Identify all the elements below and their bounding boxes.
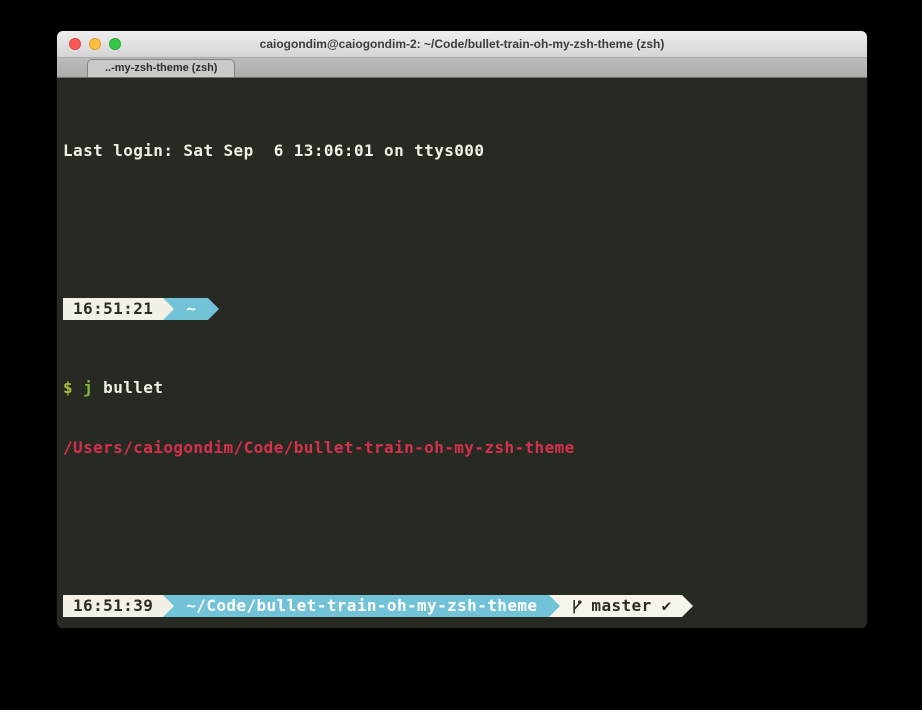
terminal-screen[interactable]: Last login: Sat Sep 6 13:06:01 on ttys00… [57,78,867,628]
prompt-git-segment: master ✔ [560,595,681,617]
prompt-time: 16:51:39 [73,595,153,617]
command-args: bullet [93,378,163,397]
prompt-time-segment: 16:51:21 [63,298,163,320]
prompt-path: ~/Code/bullet-train-oh-my-zsh-theme [186,595,537,617]
prompt-time-segment: 16:51:39 [63,595,163,617]
git-branch-icon [570,597,583,616]
git-branch-name: master [591,595,651,617]
prompt-time: 16:51:21 [73,298,153,320]
blank-line [63,497,867,519]
command-line: $ j bullet [63,377,867,399]
titlebar[interactable]: caiogondim@caiogondim-2: ~/Code/bullet-t… [57,31,867,58]
powerline-separator-icon [208,298,219,320]
git-clean-check-icon: ✔ [662,595,672,617]
terminal-window: caiogondim@caiogondim-2: ~/Code/bullet-t… [57,31,867,628]
window-title: caiogondim@caiogondim-2: ~/Code/bullet-t… [57,31,867,57]
command-name: j [83,378,93,397]
powerline-separator-icon [682,595,693,617]
tab-bar: ..-my-zsh-theme (zsh) [57,58,867,78]
prompt-path-segment: ~/Code/bullet-train-oh-my-zsh-theme [174,595,549,617]
jump-output: /Users/caiogondim/Code/bullet-train-oh-m… [63,437,867,459]
shell-prompt: 16:51:21 ~ [63,298,867,320]
powerline-separator-icon [163,298,174,320]
powerline-separator-icon [549,595,560,617]
blank-line [63,200,867,222]
prompt-path-segment: ~ [174,298,208,320]
active-tab[interactable]: ..-my-zsh-theme (zsh) [87,59,235,77]
prompt-char: $ [63,378,83,397]
powerline-separator-icon [163,595,174,617]
last-login-line: Last login: Sat Sep 6 13:06:01 on ttys00… [63,140,867,162]
shell-prompt: 16:51:39 ~/Code/bullet-train-oh-my-zsh-t… [63,595,867,617]
prompt-path: ~ [186,298,196,320]
